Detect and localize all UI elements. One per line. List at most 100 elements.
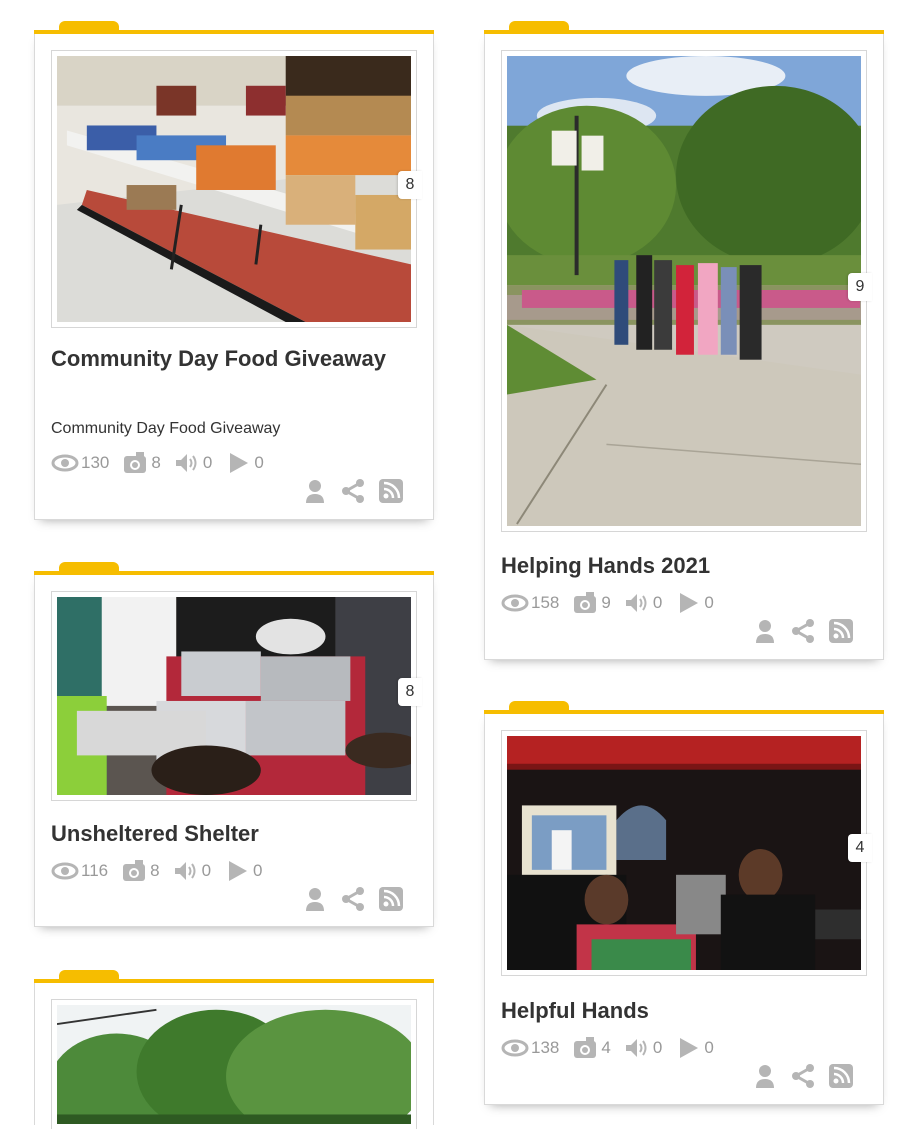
videos-count: 0 bbox=[704, 1038, 714, 1057]
play-icon bbox=[680, 593, 699, 613]
album-cover-frame[interactable]: 8 bbox=[51, 50, 422, 328]
photos-count: 8 bbox=[150, 861, 160, 880]
photos-count: 9 bbox=[601, 593, 611, 612]
audio-icon bbox=[625, 594, 647, 612]
videos-count: 0 bbox=[254, 453, 264, 472]
photos-stat: 4 bbox=[571, 1036, 611, 1060]
helpful-hands-photo bbox=[507, 736, 861, 970]
photos-stat: 9 bbox=[571, 591, 611, 615]
audio-stat: 0 bbox=[172, 859, 211, 883]
audio-stat: 0 bbox=[623, 1036, 662, 1060]
album-cover-photo[interactable] bbox=[507, 56, 861, 526]
rss-icon[interactable] bbox=[377, 477, 405, 505]
rss-icon[interactable] bbox=[827, 1062, 855, 1090]
user-icon[interactable] bbox=[301, 885, 329, 913]
share-icon[interactable] bbox=[339, 477, 367, 505]
views-stat: 116 bbox=[51, 859, 108, 883]
camera-icon bbox=[574, 1037, 597, 1058]
camera-icon bbox=[123, 860, 146, 881]
card-tab bbox=[59, 970, 119, 980]
album-actions bbox=[291, 476, 405, 506]
photos-stat: 8 bbox=[120, 859, 160, 883]
views-count: 116 bbox=[81, 861, 109, 880]
user-icon[interactable] bbox=[751, 617, 779, 645]
card-tab bbox=[509, 701, 569, 711]
views-count: 158 bbox=[531, 593, 560, 612]
album-cover-frame[interactable]: 4 bbox=[501, 730, 872, 976]
album-cover-photo[interactable] bbox=[57, 56, 411, 322]
share-icon[interactable] bbox=[789, 1062, 817, 1090]
views-count: 130 bbox=[81, 453, 110, 472]
helping-hands-photo bbox=[507, 56, 861, 526]
user-icon[interactable] bbox=[751, 1062, 779, 1090]
user-icon[interactable] bbox=[301, 477, 329, 505]
album-title[interactable]: Helping Hands 2021 bbox=[501, 549, 867, 583]
album-stats: 130 8 0 0 bbox=[51, 450, 276, 476]
album-cover-frame[interactable] bbox=[51, 999, 417, 1129]
audio-count: 0 bbox=[201, 861, 212, 880]
rss-icon[interactable] bbox=[827, 617, 855, 645]
views-stat: 130 bbox=[51, 451, 109, 475]
trees-photo bbox=[57, 1005, 411, 1124]
videos-stat: 0 bbox=[674, 1036, 714, 1060]
videos-stat: 0 bbox=[674, 591, 714, 615]
photo-count-badge: 8 bbox=[398, 678, 422, 706]
album-card-community-day[interactable]: 8 Community Day Food Giveaway Community … bbox=[34, 21, 434, 520]
album-actions bbox=[741, 1061, 855, 1091]
photos-count: 8 bbox=[151, 453, 161, 472]
audio-icon bbox=[175, 454, 197, 472]
album-cover-frame[interactable]: 9 bbox=[501, 50, 872, 532]
album-cover-frame[interactable]: 8 bbox=[51, 591, 422, 801]
album-card-helping-hands-2021[interactable]: 9 Helping Hands 2021 158 9 0 0 bbox=[484, 21, 884, 660]
audio-icon bbox=[174, 862, 196, 880]
audio-count: 0 bbox=[652, 1038, 663, 1057]
album-stats: 158 9 0 0 bbox=[501, 590, 726, 616]
photo-count-badge: 8 bbox=[398, 171, 422, 199]
card-tab bbox=[509, 21, 569, 31]
album-cover-photo[interactable] bbox=[507, 736, 861, 970]
album-cover-photo[interactable] bbox=[57, 1005, 411, 1124]
audio-stat: 0 bbox=[623, 591, 662, 615]
album-title[interactable]: Unsheltered Shelter bbox=[51, 817, 417, 851]
audio-stat: 0 bbox=[173, 451, 212, 475]
album-card-helpful-hands[interactable]: 4 Helpful Hands 138 4 0 0 bbox=[484, 701, 884, 1105]
videos-count: 0 bbox=[253, 861, 263, 880]
camera-icon bbox=[574, 592, 597, 613]
views-count: 138 bbox=[531, 1038, 560, 1057]
card-tab bbox=[59, 562, 119, 572]
album-actions bbox=[741, 616, 855, 646]
album-stats: 116 8 0 0 bbox=[51, 858, 275, 884]
album-card-partial[interactable] bbox=[34, 970, 434, 1129]
photos-count: 4 bbox=[601, 1038, 611, 1057]
play-icon bbox=[680, 1038, 699, 1058]
videos-stat: 0 bbox=[224, 451, 264, 475]
eye-icon bbox=[51, 454, 79, 472]
eye-icon bbox=[501, 594, 529, 612]
views-stat: 138 bbox=[501, 1036, 559, 1060]
album-card-unsheltered-shelter[interactable]: 8 Unsheltered Shelter 116 8 0 0 bbox=[34, 562, 434, 927]
album-title[interactable]: Community Day Food Giveaway bbox=[51, 342, 417, 376]
food-giveaway-photo bbox=[57, 56, 411, 322]
audio-icon bbox=[625, 1039, 647, 1057]
audio-count: 0 bbox=[202, 453, 213, 472]
share-icon[interactable] bbox=[789, 617, 817, 645]
play-icon bbox=[229, 861, 248, 881]
photo-count-badge: 9 bbox=[848, 273, 872, 301]
share-icon[interactable] bbox=[339, 885, 367, 913]
camera-icon bbox=[124, 452, 147, 473]
album-cover-photo[interactable] bbox=[57, 597, 411, 795]
album-actions bbox=[291, 884, 405, 914]
eye-icon bbox=[51, 862, 79, 880]
album-description: Community Day Food Giveaway bbox=[51, 420, 281, 437]
unsheltered-shelter-photo bbox=[57, 597, 411, 795]
photos-stat: 8 bbox=[121, 451, 161, 475]
views-stat: 158 bbox=[501, 591, 559, 615]
audio-count: 0 bbox=[652, 593, 663, 612]
play-icon bbox=[230, 453, 249, 473]
album-stats: 138 4 0 0 bbox=[501, 1035, 726, 1061]
album-title[interactable]: Helpful Hands bbox=[501, 994, 867, 1028]
rss-icon[interactable] bbox=[377, 885, 405, 913]
videos-stat: 0 bbox=[223, 859, 263, 883]
photo-count-badge: 4 bbox=[848, 834, 872, 862]
videos-count: 0 bbox=[704, 593, 714, 612]
